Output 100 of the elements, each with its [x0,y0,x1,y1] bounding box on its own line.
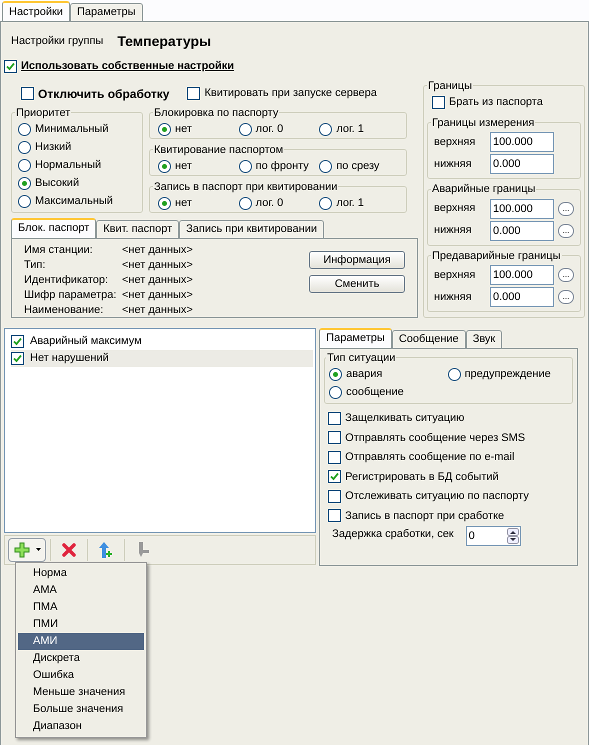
action-button[interactable]: Информация [309,250,405,268]
radio-button[interactable] [158,122,171,136]
tab[interactable]: Параметры [319,328,392,348]
radio-label: Высокий [35,176,80,191]
menu-item[interactable]: ПМИ [18,616,144,633]
menu-item[interactable]: Ошибка [18,667,144,684]
toolbar-button[interactable] [8,538,46,562]
limit-label: нижняя [434,156,473,172]
checkbox[interactable] [187,87,200,100]
tab[interactable]: Сообщение [392,330,466,348]
checkbox[interactable] [11,352,24,364]
checkbox[interactable] [328,412,342,425]
checkbox-label: Квитировать при запуске сервера [204,86,377,102]
checkbox-label: Регистрировать в БД событий [345,470,499,484]
radio-button[interactable] [329,368,342,380]
tab[interactable]: Параметры [70,3,143,21]
group-name: Температуры [117,32,212,51]
radio-label: лог. 1 [336,196,364,211]
action-button[interactable]: Сменить [309,274,405,292]
list-item[interactable]: Нет нарушений [11,350,314,366]
radio-label: лог. 0 [256,122,284,137]
limit-field[interactable]: 100.000 [490,198,554,218]
browse-button[interactable]: ... [558,224,574,238]
radio-button[interactable] [158,196,171,210]
radio-button[interactable] [448,368,461,380]
radio-button[interactable] [18,176,31,190]
group-title: Приоритет [15,106,72,120]
limit-label: верхняя [434,268,476,283]
radio-button[interactable] [329,386,342,398]
group-title: Квитирование паспортом [153,142,284,158]
field-value: <нет данных> [122,288,193,303]
checkbox[interactable] [21,87,34,100]
radio-button[interactable] [238,196,252,210]
checkbox[interactable] [328,509,342,522]
menu-item[interactable]: Дискрета [18,650,144,667]
checkbox-label: Запись в паспорт при сработке [345,508,504,524]
checkbox-label: Отключить обработку [38,86,170,102]
list-item[interactable]: Аварийный максимум [11,332,314,350]
checkbox[interactable] [4,60,17,73]
radio-button[interactable] [238,160,252,172]
checkbox[interactable] [328,450,342,464]
radio-button[interactable] [18,194,31,208]
spin-field[interactable]: 0 [466,526,521,546]
radio-label: Минимальный [35,122,108,137]
limit-field[interactable]: 100.000 [490,132,554,152]
browse-button[interactable]: ... [558,268,574,282]
radio-label: нет [175,122,192,137]
checkbox[interactable] [328,431,342,444]
checkbox-label: Защелкивать ситуацию [345,411,464,426]
radio-button[interactable] [18,122,31,136]
limit-label: нижняя [434,290,473,305]
field-value: <нет данных> [122,242,193,258]
checkbox[interactable] [328,470,342,484]
browse-button[interactable]: ... [558,202,574,216]
radio-button[interactable] [319,160,332,172]
menu-item[interactable]: Больше значения [18,701,144,718]
checkbox-label: Отправлять сообщение через SMS [345,430,526,446]
menu-item[interactable]: Диапазон [18,718,144,735]
delay-label: Задержка сработки, сек [332,527,454,542]
list-item-text: Нет нарушений [30,350,109,366]
radio-label: Низкий [35,140,72,155]
radio-button[interactable] [158,160,171,172]
limit-field[interactable]: 0.000 [490,287,554,307]
tab[interactable]: Звук [466,330,502,348]
group-title: Границы измерения [431,116,536,130]
radio-label: лог. 0 [256,196,284,211]
tab[interactable]: Запись при квитировании [179,220,324,238]
radio-button[interactable] [18,140,31,154]
field-label: Идентификатор: [24,272,110,288]
group-title: Блокировка по паспорту [153,106,280,120]
field-label: Наименование: [24,302,104,318]
checkmark-icon [330,472,340,482]
menu-item[interactable]: АМА [18,582,144,599]
field-value: <нет данных> [122,272,193,288]
delete-icon [62,542,76,556]
checkmark-icon [6,62,15,71]
checkbox[interactable] [11,334,24,348]
menu-item[interactable]: ПМА [18,599,144,616]
radio-button[interactable] [319,196,332,210]
field-value: <нет данных> [122,302,193,318]
browse-button[interactable]: ... [558,290,574,304]
arrow-up-plus-icon [98,540,114,558]
limit-field[interactable]: 0.000 [490,220,554,240]
group-title: Запись в паспорт при квитировании [153,180,338,194]
radio-label: нет [175,196,192,211]
radio-button[interactable] [18,158,31,172]
menu-item[interactable]: Меньше значения [18,684,144,701]
tab[interactable]: Блок. паспорт [11,218,96,238]
menu-item[interactable]: АМИ [18,633,144,650]
menu-item[interactable]: Норма [18,565,144,582]
radio-label: авария [346,366,382,382]
limit-field[interactable]: 100.000 [490,265,554,285]
limit-field[interactable]: 0.000 [490,154,554,174]
radio-button[interactable] [319,122,332,136]
tab[interactable]: Квит. паспорт [96,220,180,238]
field-label: Тип: [24,258,46,273]
radio-button[interactable] [238,122,252,136]
tab[interactable]: Настройки [2,1,70,21]
checkbox[interactable] [328,490,342,503]
checkbox[interactable] [432,96,445,109]
